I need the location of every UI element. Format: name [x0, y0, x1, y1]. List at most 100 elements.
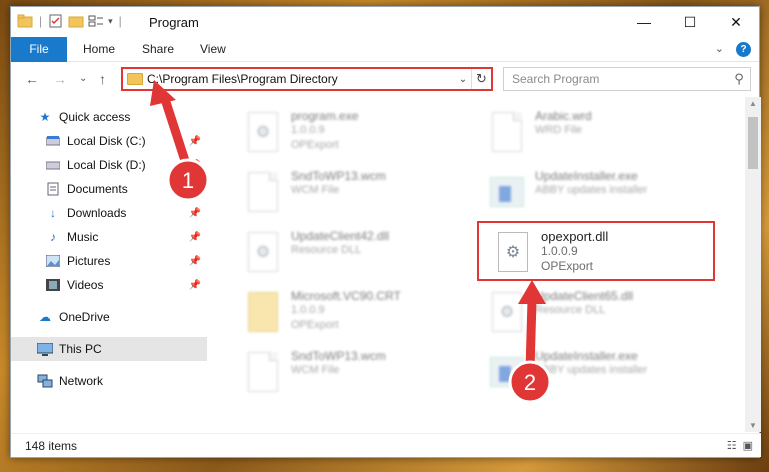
- pin-icon[interactable]: 📌: [189, 136, 201, 147]
- file-item[interactable]: ⚙ program.exe 1.0.0.9 OPExport: [243, 109, 483, 161]
- program-icon: ⚙: [243, 109, 283, 155]
- pin-icon[interactable]: 📌: [189, 256, 201, 267]
- sidebar-item-onedrive[interactable]: ☁ OneDrive: [11, 305, 207, 329]
- chevron-down-icon[interactable]: ⌄: [455, 74, 471, 85]
- forward-arrow-icon[interactable]: →: [53, 71, 67, 87]
- scrollbar-thumb[interactable]: [748, 117, 758, 169]
- view-switcher: ☷ ▣: [727, 439, 753, 452]
- file-item[interactable]: Arabic.wrd WRD File: [487, 109, 727, 161]
- dll-icon: ⚙: [487, 289, 527, 335]
- file-item[interactable]: Microsoft.VC90.CRT 1.0.0.9 OPExport: [243, 289, 483, 341]
- installer-icon: [487, 169, 527, 215]
- file-detail: OPExport: [291, 319, 339, 331]
- up-arrow-icon[interactable]: ↑: [99, 71, 106, 87]
- window-controls: — ☐ ✕: [621, 7, 759, 37]
- documents-icon: [45, 182, 61, 196]
- customize-toolbar-icon[interactable]: [88, 14, 104, 28]
- refresh-icon[interactable]: ↻: [471, 69, 491, 89]
- search-icon[interactable]: ⚲: [728, 71, 750, 87]
- search-box[interactable]: Search Program ⚲: [503, 67, 751, 91]
- separator: |: [39, 14, 43, 28]
- network-icon: [37, 374, 53, 388]
- sidebar-item-label: Pictures: [67, 254, 111, 268]
- expand-ribbon-icon[interactable]: ⌄: [715, 42, 724, 57]
- sidebar-item-label: This PC: [59, 342, 102, 356]
- ribbon-tabs: File Home Share View ⌄ ?: [11, 37, 759, 62]
- pictures-icon: [45, 254, 61, 268]
- sidebar-item-label: Local Disk (D:): [67, 158, 146, 172]
- pin-icon[interactable]: 📌: [189, 160, 201, 171]
- sidebar-item-documents[interactable]: Documents 📌: [11, 177, 207, 201]
- file-item[interactable]: UpdateInstaller.exe ABBY updates install…: [487, 349, 727, 401]
- file-name: SndToWP13.wcm: [291, 169, 386, 183]
- file-name: UpdateClient42.dll: [291, 229, 390, 243]
- sidebar-item-downloads[interactable]: ↓ Downloads 📌: [11, 201, 207, 225]
- folder-icon[interactable]: [17, 14, 33, 28]
- address-path[interactable]: C:\Program Files\Program Directory: [147, 72, 455, 86]
- separator: |: [118, 14, 122, 28]
- sidebar-item-local-disk-c[interactable]: Local Disk (C:) 📌: [11, 129, 207, 153]
- large-icons-view-icon[interactable]: ▣: [743, 439, 753, 452]
- sidebar-item-local-disk-d[interactable]: Local Disk (D:) 📌: [11, 153, 207, 177]
- new-folder-icon[interactable]: [68, 14, 84, 28]
- properties-icon[interactable]: [48, 14, 64, 28]
- sidebar-item-label: Downloads: [67, 206, 127, 220]
- document-icon: [243, 169, 283, 215]
- tab-view[interactable]: View: [188, 37, 238, 62]
- highlight-box-opexport: [477, 221, 715, 281]
- sidebar-item-label: OneDrive: [59, 310, 110, 324]
- sidebar-item-videos[interactable]: Videos 📌: [11, 273, 207, 297]
- file-item[interactable]: ⚙ UpdateClient42.dll Resource DLL: [243, 229, 483, 281]
- tab-home[interactable]: Home: [71, 37, 127, 62]
- tab-file[interactable]: File: [11, 37, 67, 62]
- videos-icon: [45, 278, 61, 292]
- help-icon[interactable]: ?: [736, 42, 751, 57]
- star-icon: ★: [39, 110, 51, 124]
- file-item[interactable]: SndToWP13.wcm WCM File: [243, 169, 483, 221]
- scroll-down-icon[interactable]: ▼: [745, 421, 761, 430]
- scroll-up-icon[interactable]: ▲: [745, 99, 761, 108]
- installer-icon: [487, 349, 527, 395]
- drive-icon: [45, 134, 61, 148]
- sidebar-item-label: Documents: [67, 182, 128, 196]
- file-item[interactable]: SndToWP13.wcm WCM File: [243, 349, 483, 401]
- status-bar: 148 items ☷ ▣: [11, 433, 761, 457]
- music-icon: ♪: [50, 230, 56, 244]
- file-detail: 1.0.0.9: [291, 124, 325, 136]
- close-button[interactable]: ✕: [713, 7, 759, 37]
- file-detail: WCM File: [291, 184, 340, 196]
- tab-share[interactable]: Share: [130, 37, 186, 62]
- back-arrow-icon[interactable]: ←: [25, 71, 39, 87]
- sidebar-item-this-pc[interactable]: This PC: [11, 337, 207, 361]
- toolbar-dropdown-icon[interactable]: ▾: [108, 16, 113, 27]
- document-icon: [487, 109, 527, 155]
- file-name: UpdateInstaller.exe: [535, 349, 638, 363]
- vertical-scrollbar[interactable]: ▲ ▼: [745, 97, 761, 432]
- quick-access-toolbar: | ▾ |: [17, 14, 124, 28]
- minimize-button[interactable]: —: [621, 7, 667, 37]
- file-item[interactable]: ⚙ UpdateClient65.dll Resource DLL: [487, 289, 727, 341]
- file-name: SndToWP13.wcm: [291, 349, 386, 363]
- recent-locations-icon[interactable]: ⌄: [79, 73, 87, 84]
- sidebar-item-network[interactable]: Network: [11, 369, 207, 393]
- sidebar-item-quick-access[interactable]: ★ Quick access: [11, 105, 207, 129]
- pin-icon[interactable]: 📌: [189, 232, 201, 243]
- drive-icon: [45, 158, 61, 172]
- sidebar-item-pictures[interactable]: Pictures 📌: [11, 249, 207, 273]
- search-input[interactable]: Search Program: [512, 72, 728, 86]
- address-bar[interactable]: C:\Program Files\Program Directory ⌄ ↻: [121, 67, 493, 91]
- sidebar-item-music[interactable]: ♪ Music 📌: [11, 225, 207, 249]
- file-item[interactable]: UpdateInstaller.exe ABBY updates install…: [487, 169, 727, 221]
- pin-icon[interactable]: 📌: [189, 184, 201, 195]
- pin-icon[interactable]: 📌: [189, 208, 201, 219]
- maximize-button[interactable]: ☐: [667, 7, 713, 37]
- item-count: 148 items: [25, 439, 78, 453]
- file-detail: Resource DLL: [535, 304, 606, 316]
- details-view-icon[interactable]: ☷: [727, 439, 737, 452]
- file-name: Arabic.wrd: [535, 109, 592, 123]
- navigation-bar: ← → ⌄ ↑ C:\Program Files\Program Directo…: [11, 63, 759, 95]
- window-title: Program: [149, 15, 199, 30]
- pin-icon[interactable]: 📌: [189, 280, 201, 291]
- file-name: program.exe: [291, 109, 359, 123]
- sidebar-item-label: Quick access: [59, 110, 131, 124]
